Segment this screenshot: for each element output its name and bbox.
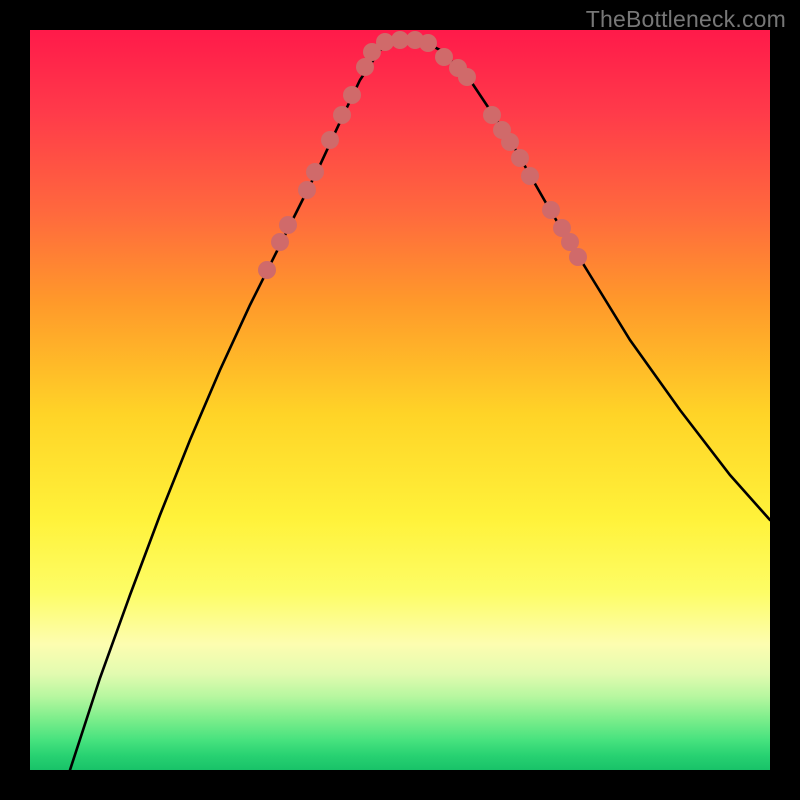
highlight-dot [542,201,560,219]
highlight-dot [419,34,437,52]
chart-plot-area [30,30,770,770]
watermark-label: TheBottleneck.com [586,6,786,33]
highlight-dot [343,86,361,104]
highlight-dot [306,163,324,181]
highlight-dot [258,261,276,279]
curve-svg [30,30,770,770]
highlight-dot [271,233,289,251]
highlight-dots [258,31,587,279]
highlight-dot [321,131,339,149]
highlight-dot [333,106,351,124]
highlight-dot [521,167,539,185]
highlight-dot [298,181,316,199]
highlight-dot [458,68,476,86]
highlight-dot [569,248,587,266]
highlight-dot [483,106,501,124]
highlight-dot [435,48,453,66]
bottleneck-curve [70,40,770,770]
chart-frame: TheBottleneck.com [0,0,800,800]
highlight-dot [511,149,529,167]
highlight-dot [501,133,519,151]
highlight-dot [279,216,297,234]
